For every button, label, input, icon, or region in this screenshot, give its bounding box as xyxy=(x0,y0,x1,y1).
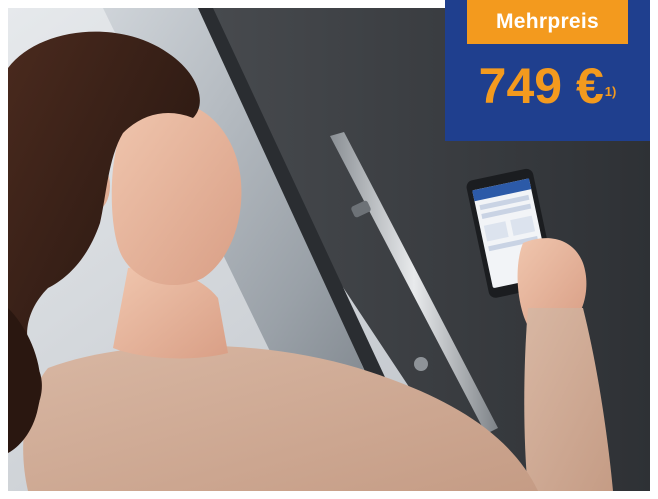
price-label: Mehrpreis xyxy=(467,0,628,44)
price-amount: 749 € xyxy=(478,58,604,114)
price-footnote-marker: 1) xyxy=(604,84,617,99)
price-box: Mehrpreis 749 €1) xyxy=(445,0,650,141)
price-value: 749 €1) xyxy=(445,54,650,118)
